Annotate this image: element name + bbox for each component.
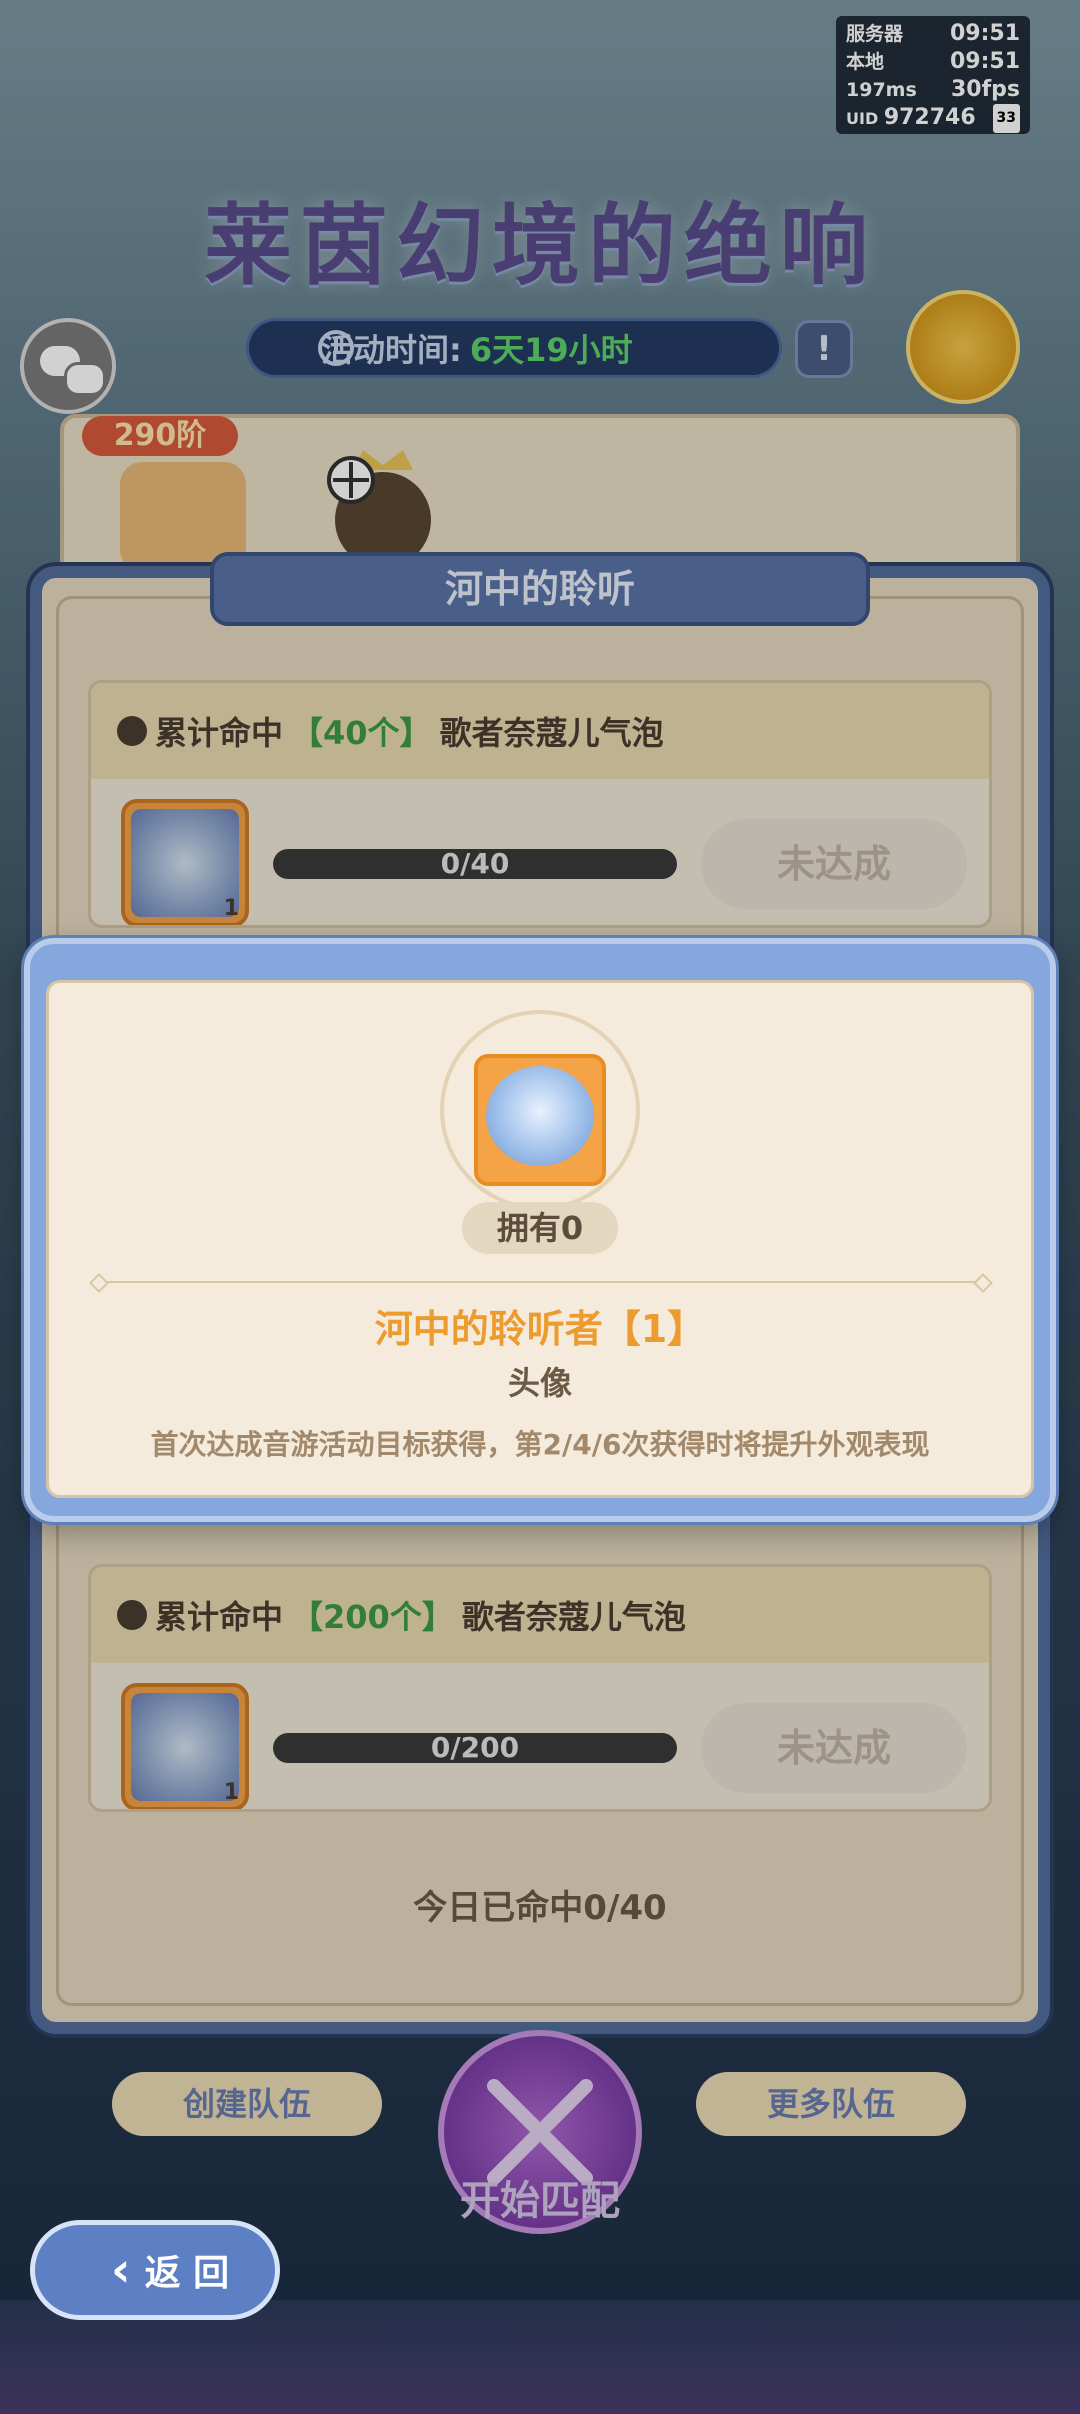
item-description: 首次达成音游活动目标获得，第2/4/6次获得时将提升外观表现 <box>150 1428 930 1461</box>
task-status-button[interactable]: 未达成 <box>701 819 967 909</box>
local-time: 09:51 <box>949 49 1020 74</box>
note-icon <box>117 716 147 746</box>
server-time: 09:51 <box>949 21 1020 46</box>
cat-avatar-icon <box>327 450 431 568</box>
task-card: 累计命中 【200个】 歌者奈蔻儿气泡 1 0/200 未达成 <box>88 1564 992 1812</box>
event-title: 莱茵幻境的绝响 <box>203 194 876 297</box>
create-team-button[interactable]: 创建队伍 <box>112 2072 382 2136</box>
task-target: 【40个】 <box>291 714 432 752</box>
battery-value: 33 <box>992 104 1020 133</box>
reward-count: 1 <box>223 1780 239 1805</box>
item-portrait <box>474 1054 606 1186</box>
divider <box>98 1281 982 1283</box>
more-teams-button[interactable]: 更多队伍 <box>696 2072 966 2136</box>
ranking-button[interactable] <box>906 290 1020 404</box>
chat-button[interactable] <box>20 318 116 414</box>
fps-value: 30fps <box>950 77 1020 102</box>
reward-item[interactable]: 1 <box>121 799 249 925</box>
task-header: 累计命中 【200个】 歌者奈蔻儿气泡 <box>91 1567 989 1663</box>
task-suffix: 歌者奈蔻儿气泡 <box>461 1598 686 1636</box>
task-prefix: 累计命中 <box>155 1598 284 1636</box>
start-match-label: 开始匹配 <box>460 2178 620 2224</box>
panel-title: 河中的聆听 <box>210 552 870 626</box>
owned-count: 拥有0 <box>462 1202 618 1254</box>
back-button[interactable]: ‹ 返 回 <box>30 2220 280 2320</box>
task-card: 累计命中 【40个】 歌者奈蔻儿气泡 1 0/40 未达成 <box>88 680 992 928</box>
note-icon <box>117 1600 147 1630</box>
server-label: 服务器 <box>846 23 904 45</box>
task-prefix: 累计命中 <box>155 714 284 752</box>
back-arrow-icon: ‹ <box>110 2242 131 2298</box>
task-target: 【200个】 <box>291 1598 454 1636</box>
back-label: 返 回 <box>144 2253 230 2294</box>
ping-value: 197ms <box>846 79 917 101</box>
season-level-badge: 290阶 <box>82 416 238 456</box>
task-header: 累计命中 【40个】 歌者奈蔻儿气泡 <box>91 683 989 779</box>
item-name: 河中的聆听者【1】 <box>374 1307 706 1351</box>
task-suffix: 歌者奈蔻儿气泡 <box>439 714 664 752</box>
chat-icon-bubble <box>64 362 106 396</box>
task-status-button[interactable]: 未达成 <box>701 1703 967 1793</box>
today-hits: 今日已命中0/40 <box>413 1888 667 1928</box>
local-label: 本地 <box>846 51 885 73</box>
reward-count: 1 <box>223 896 239 921</box>
uid-value: 972746 <box>883 105 976 130</box>
clock-icon <box>318 330 354 366</box>
info-button[interactable]: ! <box>795 320 853 378</box>
reward-item[interactable]: 1 <box>121 1683 249 1809</box>
event-time-value: 6天19小时 <box>469 331 633 369</box>
item-type: 头像 <box>507 1364 572 1402</box>
singer-avatar-icon <box>486 1066 594 1166</box>
uid-label: UID <box>846 109 879 128</box>
status-overlay: 服务器 09:51 本地 09:51 197ms 30fps UID 972746 33 <box>836 16 1030 134</box>
task-progress-bar: 0/200 <box>273 1733 677 1763</box>
task-progress-bar: 0/40 <box>273 849 677 879</box>
